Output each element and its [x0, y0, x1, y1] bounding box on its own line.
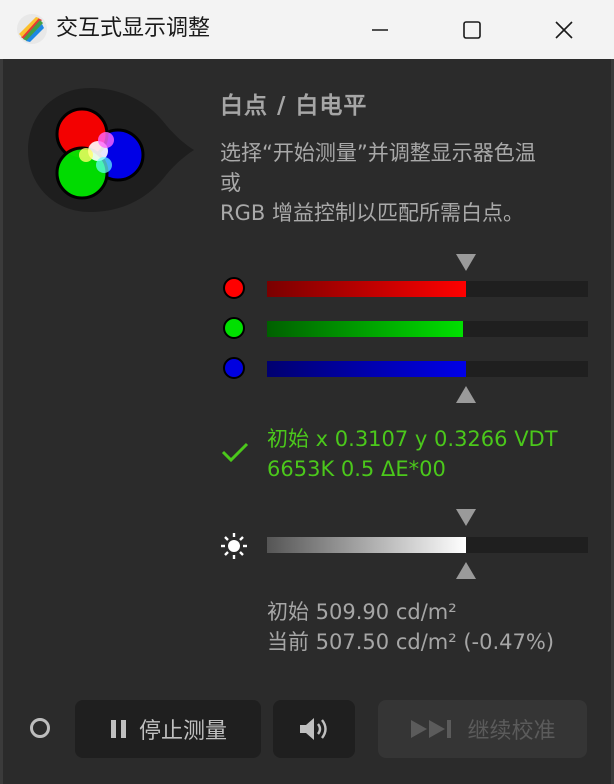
luminance-current: 当前 507.50 cd/m² (-0.47%) — [267, 630, 555, 654]
luminance-initial: 初始 509.90 cd/m² — [267, 600, 457, 624]
ring-icon — [30, 718, 50, 738]
luminance-bar — [267, 537, 588, 553]
blue-channel-dot — [223, 357, 245, 379]
stop-measurement-button[interactable]: 停止测量 — [75, 700, 261, 758]
close-button[interactable] — [541, 0, 587, 59]
luminance-readout: 初始 509.90 cd/m² 当前 507.50 cd/m² (-0.47%) — [267, 597, 597, 657]
red-channel-dot — [223, 277, 245, 299]
red-gain-bar — [267, 281, 588, 297]
green-gain-fill — [267, 321, 463, 337]
pause-icon — [110, 720, 126, 738]
status-line: 6653K 0.5 ΔE*00 — [267, 457, 446, 481]
luminance-marker-top — [456, 509, 476, 526]
panel-description: 选择“开始测量”并调整显示器色温 或 RGB 增益控制以匹配所需白点。 — [220, 138, 592, 228]
sun-icon — [221, 533, 247, 559]
sound-toggle-button[interactable] — [273, 700, 355, 758]
green-channel-dot — [223, 317, 245, 339]
target-marker-top — [456, 254, 476, 271]
maximize-button[interactable] — [449, 0, 495, 59]
minimize-icon — [372, 28, 388, 31]
measurement-status: 初始 x 0.3107 y 0.3266 VDT 6653K 0.5 ΔE*00 — [267, 424, 597, 484]
skip-forward-icon — [411, 720, 452, 738]
title-bar: 交互式显示调整 — [0, 0, 614, 59]
check-icon — [221, 442, 249, 463]
stop-measurement-label: 停止测量 — [138, 719, 227, 744]
minimize-button[interactable] — [357, 0, 403, 59]
close-icon — [555, 20, 573, 39]
luminance-fill — [267, 537, 467, 553]
blue-gain-fill — [267, 361, 467, 377]
target-marker-bottom — [456, 386, 476, 403]
panel-heading: 白点 / 白电平 — [220, 93, 368, 119]
continue-calibration-label: 继续校准 — [467, 719, 556, 744]
window-title: 交互式显示调整 — [56, 16, 211, 41]
description-line: RGB 增益控制以匹配所需白点。 — [220, 201, 524, 225]
color-wheel-icon — [17, 14, 47, 44]
rgb-logo-icon — [28, 88, 194, 212]
speaker-icon — [300, 718, 327, 740]
blue-gain-bar — [267, 361, 588, 377]
red-gain-fill — [267, 281, 467, 297]
green-gain-bar — [267, 321, 588, 337]
status-line: 初始 x 0.3107 y 0.3266 VDT — [267, 427, 558, 451]
continue-calibration-button[interactable]: 继续校准 — [378, 700, 587, 758]
window-edge-left — [0, 59, 3, 784]
description-line: 或 — [220, 171, 241, 195]
luminance-marker-bottom — [456, 562, 476, 579]
description-line: 选择“开始测量”并调整显示器色温 — [220, 141, 536, 165]
maximize-icon — [463, 20, 481, 39]
